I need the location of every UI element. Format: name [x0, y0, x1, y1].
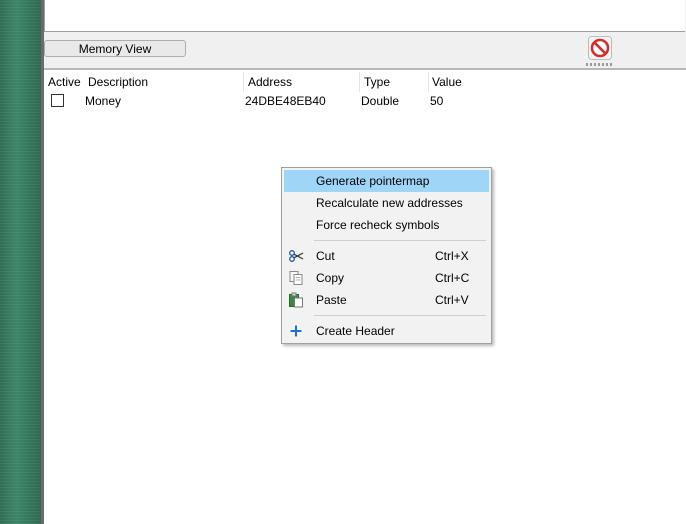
paste-icon: [288, 292, 304, 308]
desktop-background: [0, 0, 41, 524]
column-divider[interactable]: [359, 72, 360, 92]
context-menu: Generate pointermap Recalculate new addr…: [281, 167, 492, 344]
menu-item-recalculate-addresses[interactable]: Recalculate new addresses: [284, 192, 489, 214]
column-header-description[interactable]: Description: [88, 74, 148, 90]
column-header-type[interactable]: Type: [364, 74, 390, 90]
no-entry-icon[interactable]: [588, 36, 612, 60]
menu-separator: [314, 315, 486, 316]
memory-view-button[interactable]: Memory View: [44, 40, 186, 57]
menu-item-copy[interactable]: Copy Ctrl+C: [284, 267, 489, 289]
menu-item-label: Force recheck symbols: [316, 218, 440, 232]
column-divider[interactable]: [243, 72, 244, 92]
scan-results-box: [44, 0, 685, 32]
menu-item-shortcut: Ctrl+C: [435, 271, 470, 285]
plus-icon: [288, 323, 304, 339]
splitter-grip[interactable]: [586, 63, 614, 66]
menu-item-label: Generate pointermap: [316, 174, 430, 188]
column-divider[interactable]: [428, 72, 429, 92]
menu-separator: [314, 240, 486, 241]
menu-item-label: Recalculate new addresses: [316, 196, 463, 210]
menu-item-cut[interactable]: Cut Ctrl+X: [284, 245, 489, 267]
menu-item-shortcut: Ctrl+V: [435, 293, 469, 307]
value-cell: 50: [430, 94, 444, 108]
address-cell: 24DBE48EB40: [245, 94, 326, 108]
table-row[interactable]: Money 24DBE48EB40 Double 50: [44, 92, 686, 110]
menu-item-label: Paste: [316, 293, 347, 307]
column-header-address[interactable]: Address: [248, 74, 292, 90]
scissors-icon: [288, 248, 304, 264]
menu-item-generate-pointermap[interactable]: Generate pointermap: [284, 170, 489, 192]
menu-item-create-header[interactable]: Create Header: [284, 320, 489, 342]
description-cell: Money: [85, 94, 122, 108]
type-cell: Double: [361, 94, 400, 108]
menu-item-label: Cut: [316, 249, 335, 263]
scan-panel: Memory View: [44, 0, 686, 68]
menu-item-label: Copy: [316, 271, 345, 285]
active-checkbox[interactable]: [51, 94, 64, 107]
menu-item-shortcut: Ctrl+X: [435, 249, 469, 263]
menu-item-label: Create Header: [316, 324, 395, 338]
column-header-active[interactable]: Active: [48, 74, 81, 90]
copy-icon: [288, 270, 304, 286]
menu-item-force-recheck-symbols[interactable]: Force recheck symbols: [284, 214, 489, 236]
menu-item-paste[interactable]: Paste Ctrl+V: [284, 289, 489, 311]
column-header-value[interactable]: Value: [432, 74, 462, 90]
